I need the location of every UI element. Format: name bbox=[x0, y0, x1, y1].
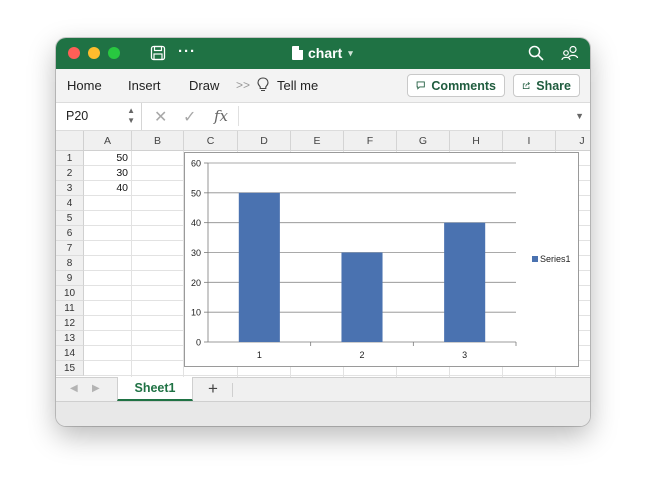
sheet-tab-sheet1[interactable]: Sheet1 bbox=[117, 377, 193, 401]
previous-sheet-icon[interactable]: ◀ bbox=[70, 383, 78, 394]
divider bbox=[232, 383, 233, 397]
cell-a2[interactable]: 30 bbox=[84, 166, 132, 181]
tab-insert[interactable]: Insert bbox=[128, 78, 161, 93]
bar-chart: 0 10 20 30 40 50 60 1 2 3 Series1 bbox=[191, 159, 571, 361]
chevron-down-icon[interactable]: ▾ bbox=[348, 48, 353, 59]
share-label: Share bbox=[536, 78, 571, 93]
bar-series1-2 bbox=[341, 252, 383, 342]
column-header-j[interactable]: J bbox=[556, 131, 590, 151]
insert-function-button[interactable]: fx bbox=[214, 107, 228, 125]
row-header-15[interactable]: 15 bbox=[56, 361, 84, 376]
formula-input[interactable] bbox=[238, 106, 565, 126]
name-box[interactable]: P20 ▲ ▼ bbox=[56, 103, 142, 130]
row-header-4[interactable]: 4 bbox=[56, 196, 84, 211]
column-header-c[interactable]: C bbox=[184, 131, 238, 151]
window-title-text: chart bbox=[308, 45, 343, 61]
row-header-3[interactable]: 3 bbox=[56, 181, 84, 196]
row-header-7[interactable]: 7 bbox=[56, 241, 84, 256]
select-all-corner[interactable] bbox=[56, 131, 84, 151]
expand-formula-icon[interactable]: ▼ bbox=[575, 111, 584, 121]
tell-me-search[interactable]: Tell me bbox=[277, 78, 318, 93]
people-icon[interactable] bbox=[561, 45, 579, 61]
row-header-14[interactable]: 14 bbox=[56, 346, 84, 361]
title-bar: ··· chart ▾ bbox=[56, 38, 590, 69]
ribbon-overflow-icon[interactable]: >> bbox=[236, 78, 250, 92]
cell-a3[interactable]: 40 bbox=[84, 181, 132, 196]
add-sheet-button[interactable]: + bbox=[208, 379, 218, 399]
sheet-tab-bar: ◀ ▶ Sheet1 + bbox=[56, 377, 590, 401]
column-header-e[interactable]: E bbox=[291, 131, 344, 151]
confirm-entry-icon[interactable]: ✓ bbox=[183, 107, 196, 127]
window-title: chart ▾ bbox=[292, 45, 353, 61]
y-tick-label: 10 bbox=[191, 308, 201, 318]
row-header-12[interactable]: 12 bbox=[56, 316, 84, 331]
row-header-13[interactable]: 13 bbox=[56, 331, 84, 346]
row-header-1[interactable]: 1 bbox=[56, 151, 84, 166]
column-header-g[interactable]: G bbox=[397, 131, 450, 151]
y-tick-label: 40 bbox=[191, 218, 201, 228]
y-tick-label: 50 bbox=[191, 188, 201, 198]
tab-draw[interactable]: Draw bbox=[189, 78, 219, 93]
embedded-chart[interactable]: 0 10 20 30 40 50 60 1 2 3 Series1 bbox=[184, 152, 579, 367]
search-icon[interactable] bbox=[528, 45, 544, 61]
comment-icon bbox=[416, 81, 425, 90]
y-tick-label: 20 bbox=[191, 278, 201, 288]
row-header-9[interactable]: 9 bbox=[56, 271, 84, 286]
bar-series1-1 bbox=[238, 192, 280, 342]
share-icon bbox=[522, 82, 530, 90]
y-tick-label: 0 bbox=[196, 338, 201, 348]
gridline bbox=[84, 375, 590, 376]
cancel-entry-icon[interactable]: ✕ bbox=[154, 107, 167, 127]
row-header-11[interactable]: 11 bbox=[56, 301, 84, 316]
comments-button[interactable]: Comments bbox=[407, 74, 505, 97]
name-box-value: P20 bbox=[66, 109, 89, 123]
close-window-button[interactable] bbox=[68, 47, 80, 59]
x-tick-label: 2 bbox=[359, 350, 364, 360]
zoom-window-button[interactable] bbox=[108, 47, 120, 59]
more-options-icon[interactable]: ··· bbox=[178, 44, 196, 60]
column-header-i[interactable]: I bbox=[503, 131, 556, 151]
status-bar bbox=[56, 401, 590, 426]
formula-bar: P20 ▲ ▼ ✕ ✓ fx ▼ bbox=[56, 102, 590, 131]
spreadsheet-grid[interactable]: A B C D E F G H I J 1 2 3 4 5 6 7 8 9 10 11 12 13 14 15 50 30 40 01… bbox=[56, 131, 590, 377]
minimize-window-button[interactable] bbox=[88, 47, 100, 59]
column-header-b[interactable]: B bbox=[132, 131, 184, 151]
excel-window: ··· chart ▾ Home Insert Draw >> Tell me bbox=[56, 38, 590, 426]
row-header-6[interactable]: 6 bbox=[56, 226, 84, 241]
save-icon[interactable] bbox=[150, 45, 166, 61]
legend-label-series1: Series1 bbox=[540, 254, 571, 264]
lightbulb-icon bbox=[257, 77, 269, 92]
column-header-f[interactable]: F bbox=[344, 131, 397, 151]
x-tick-label: 3 bbox=[462, 350, 467, 360]
y-tick-label: 30 bbox=[191, 248, 201, 258]
comments-label: Comments bbox=[431, 78, 496, 93]
y-tick-label: 60 bbox=[191, 159, 201, 169]
document-icon bbox=[292, 46, 303, 60]
row-header-10[interactable]: 10 bbox=[56, 286, 84, 301]
row-header-8[interactable]: 8 bbox=[56, 256, 84, 271]
share-button[interactable]: Share bbox=[513, 74, 580, 97]
cell-a1[interactable]: 50 bbox=[84, 151, 132, 166]
next-sheet-icon[interactable]: ▶ bbox=[92, 383, 100, 394]
column-header-d[interactable]: D bbox=[238, 131, 291, 151]
x-tick-label: 1 bbox=[257, 350, 262, 360]
row-header-2[interactable]: 2 bbox=[56, 166, 84, 181]
name-box-stepper-icon[interactable]: ▲ ▼ bbox=[127, 106, 135, 126]
column-header-a[interactable]: A bbox=[84, 131, 132, 151]
legend-swatch-series1 bbox=[532, 256, 538, 262]
column-header-h[interactable]: H bbox=[450, 131, 503, 151]
bar-series1-3 bbox=[444, 222, 486, 342]
tab-home[interactable]: Home bbox=[67, 78, 102, 93]
ribbon: Home Insert Draw >> Tell me Comments Sha… bbox=[56, 69, 590, 102]
row-header-5[interactable]: 5 bbox=[56, 211, 84, 226]
